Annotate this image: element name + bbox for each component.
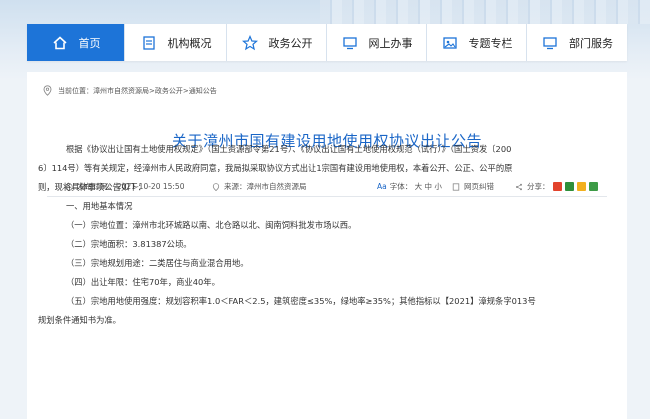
nav-item-label: 部门服务 [569,36,613,50]
document-icon [140,34,158,52]
main-nav: 首页 机构概况 政务公开 网上办事 专题专栏 部门服务 [27,24,627,61]
breadcrumb-text[interactable]: 当前位置：漳州市自然资源局>政务公开>通知公告 [58,86,217,96]
nav-item-organization[interactable]: 机构概况 [125,24,227,61]
nav-item-online-services[interactable]: 网上办事 [327,24,427,61]
monitor-icon [341,34,359,52]
image-icon [441,34,459,52]
article-paragraph: （一）宗地位置：漳州市北环城路以南、北仓路以北、闽南饲料批发市场以西。 [66,220,357,230]
article-paragraph: （三）宗地规划用途：二类居住与商业混合用地。 [66,258,249,268]
home-icon [51,34,69,52]
nav-item-label: 网上办事 [368,36,413,50]
nav-item-home[interactable]: 首页 [27,24,125,61]
star-icon [241,34,259,52]
article-paragraph: （五）宗地用地使用强度：规划容积率1.0＜FAR＜2.5，建筑密度≤35%，绿地… [66,296,536,306]
article-paragraph: 规划条件通知书为准。 [38,315,121,325]
article-body: 根据《协议出让国有土地使用权规定》（国土资源部令第21号）、《协议出让国有土地使… [38,140,578,330]
header-building-decoration [320,0,650,24]
section-heading: 一、用地基本情况 [66,201,133,211]
article-paragraph: 则，现将具体事项公告如下： [38,182,146,192]
monitor-icon [541,34,559,52]
nav-item-label: 机构概况 [167,36,212,50]
nav-item-special-topics[interactable]: 专题专栏 [427,24,527,61]
print-icon[interactable] [588,182,598,191]
nav-item-government-affairs[interactable]: 政务公开 [227,24,327,61]
article-paragraph: 6〕114号）等有关规定，经漳州市人民政府同意，我局拟采取协议方式出让1宗国有建… [38,163,513,173]
location-pin-icon [43,85,52,96]
nav-item-label: 首页 [78,36,101,50]
article-paragraph: 根据《协议出让国有土地使用权规定》（国土资源部令第21号）、《协议出让国有土地使… [66,144,512,154]
article-paragraph: （四）出让年限：住宅70年，商业40年。 [66,277,220,287]
nav-item-label: 政务公开 [268,36,313,50]
breadcrumb: 当前位置：漳州市自然资源局>政务公开>通知公告 [43,85,217,96]
article-paragraph: （二）宗地面积：3.81387公顷。 [66,239,192,249]
nav-item-label: 专题专栏 [468,36,513,50]
nav-item-department-services[interactable]: 部门服务 [527,24,627,61]
